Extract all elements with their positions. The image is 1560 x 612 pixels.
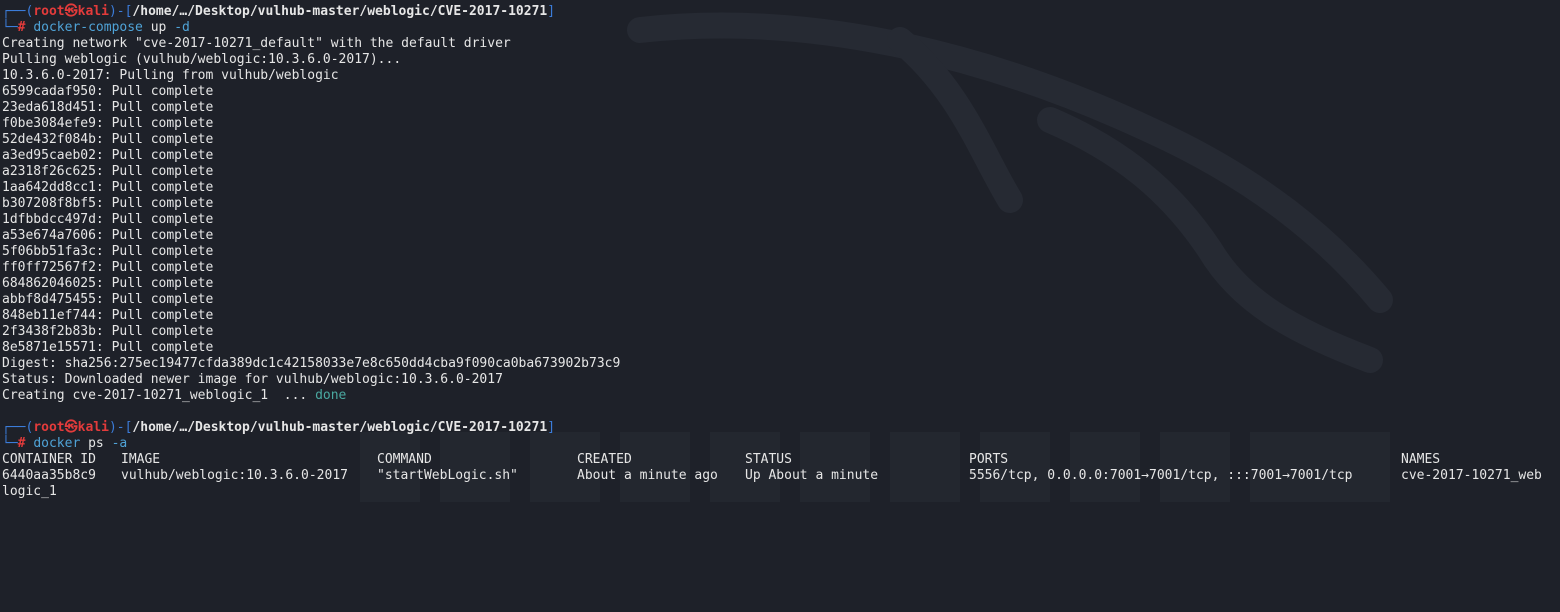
creating-line: Creating cve-2017-10271_weblogic_1 ... d…	[2, 388, 1558, 404]
command-name: docker-compose	[33, 20, 143, 35]
header-image: IMAGE	[121, 452, 161, 467]
prompt-corner-bottom: └─	[2, 20, 18, 35]
output-line: 848eb11ef744: Pull complete	[2, 308, 214, 323]
output-line: 1aa642dd8cc1: Pull complete	[2, 180, 214, 195]
cell-names: cve-2017-10271_web	[1401, 468, 1542, 483]
command-args: up	[142, 20, 175, 35]
prompt-corner: ┌──(	[2, 420, 34, 435]
cell-status: Up About a minute	[745, 468, 879, 483]
command-flag: -d	[174, 20, 190, 35]
cell-image: vulhub/weblogic:10.3.6.0-2017	[121, 468, 348, 483]
output-line: ff0ff72567f2: Pull complete	[2, 260, 214, 275]
command-line: └─# docker-compose up -d	[2, 20, 1558, 36]
prompt-path: /home/…/Desktop/vulhub-master/weblogic/C…	[132, 420, 548, 435]
command-line: └─# docker ps -a	[2, 436, 1558, 452]
output-line: 684862046025: Pull complete	[2, 276, 214, 291]
output-line: 1dfbbdcc497d: Pull complete	[2, 212, 214, 227]
command-name: docker	[33, 436, 81, 451]
output-line: 5f06bb51fa3c: Pull complete	[2, 244, 214, 259]
header-created: CREATED	[577, 452, 632, 467]
cell-command: "startWebLogic.sh"	[377, 468, 518, 483]
output-line: 23eda618d451: Pull complete	[2, 100, 214, 115]
output-line: 8e5871e15571: Pull complete	[2, 340, 214, 355]
output-line: b307208f8bf5: Pull complete	[2, 196, 214, 211]
prompt-separator: )-[	[108, 4, 133, 19]
ps-table-row: 6440aa35b8c9 vulhub/weblogic:10.3.6.0-20…	[2, 468, 1558, 484]
output-line: a53e674a7606: Pull complete	[2, 228, 214, 243]
header-command: COMMAND	[377, 452, 432, 467]
command-args: ps	[80, 436, 112, 451]
output-line: Creating network "cve-2017-10271_default…	[2, 36, 511, 51]
terminal-window[interactable]: ┌──(root㉿kali)-[/home/…/Desktop/vulhub-m…	[2, 4, 1558, 500]
prompt-bracket: ]	[547, 420, 556, 435]
prompt-separator: )-[	[108, 420, 133, 435]
output-line: Pulling weblogic (vulhub/weblogic:10.3.6…	[2, 52, 402, 67]
output-line: 2f3438f2b83b: Pull complete	[2, 324, 214, 339]
output-line: 6599cadaf950: Pull complete	[2, 84, 214, 99]
output-line: a3ed95caeb02: Pull complete	[2, 148, 214, 163]
prompt-hash: #	[17, 20, 26, 35]
output-line: a2318f26c625: Pull complete	[2, 164, 214, 179]
cell-created: About a minute ago	[577, 468, 718, 483]
header-container-id: CONTAINER ID	[2, 452, 96, 467]
header-status: STATUS	[745, 452, 792, 467]
output-line: Status: Downloaded newer image for vulhu…	[2, 372, 503, 387]
ps-table-header: CONTAINER ID IMAGE COMMAND CREATED STATU…	[2, 452, 1558, 468]
output-line: 52de432f084b: Pull complete	[2, 132, 214, 147]
command-flag: -a	[111, 436, 128, 451]
header-names: NAMES	[1401, 452, 1441, 467]
prompt-user: root㉿kali	[33, 420, 109, 435]
ps-table-wrap: logic_1	[2, 484, 57, 499]
output-line: f0be3084efe9: Pull complete	[2, 116, 214, 131]
output-line: Digest: sha256:275ec19477cfda389dc1c4215…	[2, 356, 621, 371]
header-ports: PORTS	[969, 452, 1009, 467]
cell-ports: 5556/tcp, 0.0.0.0:7001→7001/tcp, :::7001…	[969, 468, 1353, 483]
prompt-bracket: ]	[547, 4, 556, 19]
output-line: abbf8d475455: Pull complete	[2, 292, 214, 307]
prompt-header-line: ┌──(root㉿kali)-[/home/…/Desktop/vulhub-m…	[2, 420, 1558, 436]
output-line: 10.3.6.0-2017: Pulling from vulhub/weblo…	[2, 68, 339, 83]
prompt-user: root㉿kali	[33, 4, 109, 19]
prompt-header-line: ┌──(root㉿kali)-[/home/…/Desktop/vulhub-m…	[2, 4, 1558, 20]
creating-text: Creating cve-2017-10271_weblogic_1 ...	[2, 388, 316, 403]
cell-container-id: 6440aa35b8c9	[2, 468, 96, 483]
creating-status: done	[315, 388, 347, 403]
prompt-corner: ┌──(	[2, 4, 34, 19]
prompt-corner-bottom: └─	[2, 436, 18, 451]
prompt-path: /home/…/Desktop/vulhub-master/weblogic/C…	[132, 4, 548, 19]
prompt-hash: #	[17, 436, 26, 451]
